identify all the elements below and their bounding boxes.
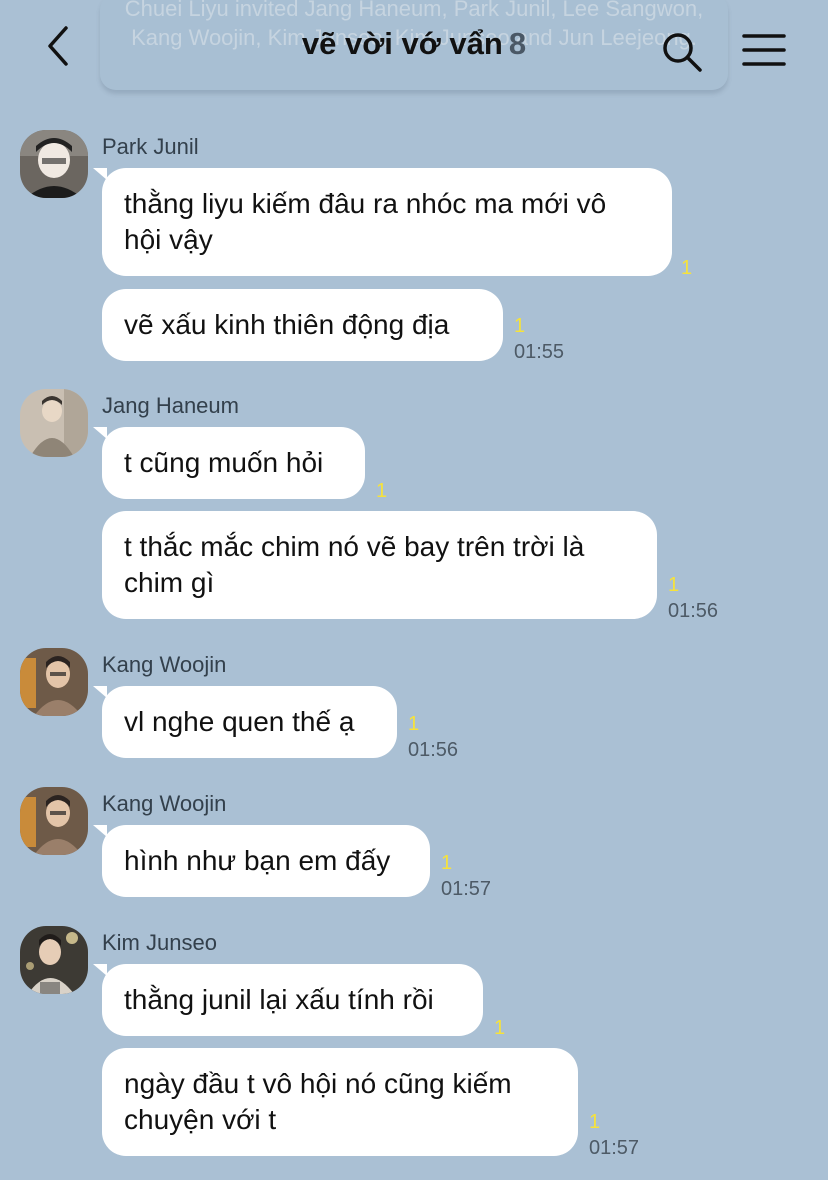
- avatar-kang-woojin[interactable]: [20, 787, 88, 855]
- message-bubble[interactable]: t thắc mắc chim nó vẽ bay trên trời là c…: [102, 511, 657, 619]
- avatar-jang-haneum[interactable]: [20, 389, 88, 457]
- menu-button[interactable]: [740, 32, 788, 70]
- unread-count: 1: [514, 315, 526, 337]
- unread-count: 1: [494, 1017, 506, 1039]
- message-time: 01:57: [589, 1137, 640, 1159]
- hamburger-menu-icon: [742, 34, 786, 66]
- avatar-image: [20, 389, 88, 457]
- message-meta: 1 01:56: [668, 572, 718, 624]
- avatar-image: [20, 787, 88, 855]
- avatar-kim-junseo[interactable]: [20, 926, 88, 994]
- chevron-left-icon: [48, 26, 68, 66]
- unread-count: 1: [668, 574, 680, 596]
- message-text: hình như bạn em đấy: [124, 845, 391, 876]
- message-bubble[interactable]: vẽ xấu kinh thiên động địa: [102, 289, 503, 361]
- unread-count: 1: [681, 257, 693, 279]
- message-text: t cũng muốn hỏi: [124, 447, 324, 478]
- message-bubble[interactable]: thằng liyu kiếm đâu ra nhóc ma mới vô hộ…: [93, 168, 672, 276]
- unread-count: 1: [589, 1111, 601, 1133]
- message-text: t thắc mắc chim nó vẽ bay trên trời là c…: [124, 531, 585, 598]
- message-meta: 1: [681, 255, 692, 281]
- message-text: thằng liyu kiếm đâu ra nhóc ma mới vô hộ…: [124, 188, 607, 255]
- back-button[interactable]: [40, 24, 80, 68]
- avatar-image: [20, 648, 88, 716]
- message-meta: 1 01:57: [589, 1109, 639, 1161]
- message-bubble[interactable]: ngày đầu t vô hội nó cũng kiếm chuyện vớ…: [102, 1048, 578, 1156]
- message-text: ngày đầu t vô hội nó cũng kiếm chuyện vớ…: [124, 1068, 512, 1135]
- message-meta: 1 01:55: [514, 313, 564, 365]
- message-time: 01:55: [514, 341, 565, 363]
- chat-header: Chuei Liyu invited Jang Haneum, Park Jun…: [0, 0, 828, 110]
- unread-count: 1: [441, 852, 453, 874]
- message-meta: 1 01:56: [408, 711, 458, 763]
- message-text: vẽ xấu kinh thiên động địa: [124, 309, 450, 340]
- message-time: 01:56: [408, 739, 459, 761]
- message-bubble[interactable]: thằng junil lại xấu tính rồi: [93, 964, 483, 1036]
- message-time: 01:56: [668, 600, 719, 622]
- search-icon: [663, 33, 702, 72]
- chat-title-text: vẽ vời vớ vẩn: [301, 26, 503, 61]
- message-meta: 1 01:57: [441, 850, 491, 902]
- unread-count: 1: [408, 713, 420, 735]
- search-button[interactable]: [660, 30, 704, 74]
- unread-count: 1: [376, 480, 388, 502]
- message-meta: 1: [376, 478, 387, 504]
- message-text: vl nghe quen thế ạ: [124, 706, 355, 737]
- message-time: 01:57: [441, 878, 492, 900]
- chat-title[interactable]: vẽ vời vớ vẩn 8: [180, 22, 648, 66]
- sender-name: Jang Haneum: [102, 393, 239, 418]
- avatar-image: [20, 926, 88, 994]
- message-bubble[interactable]: t cũng muốn hỏi: [93, 427, 365, 499]
- avatar-park-junil[interactable]: [20, 130, 88, 198]
- message-meta: 1: [494, 1015, 505, 1041]
- sender-name: Kim Junseo: [102, 930, 217, 955]
- sender-name: Kang Woojin: [102, 652, 227, 677]
- message-bubble[interactable]: hình như bạn em đấy: [93, 825, 430, 897]
- avatar-image: [20, 130, 88, 198]
- member-count: 8: [508, 26, 527, 61]
- sender-name: Park Junil: [102, 134, 199, 159]
- message-text: thằng junil lại xấu tính rồi: [124, 984, 434, 1015]
- sender-name: Kang Woojin: [102, 791, 227, 816]
- message-bubble[interactable]: vl nghe quen thế ạ: [93, 686, 397, 758]
- avatar-kang-woojin[interactable]: [20, 648, 88, 716]
